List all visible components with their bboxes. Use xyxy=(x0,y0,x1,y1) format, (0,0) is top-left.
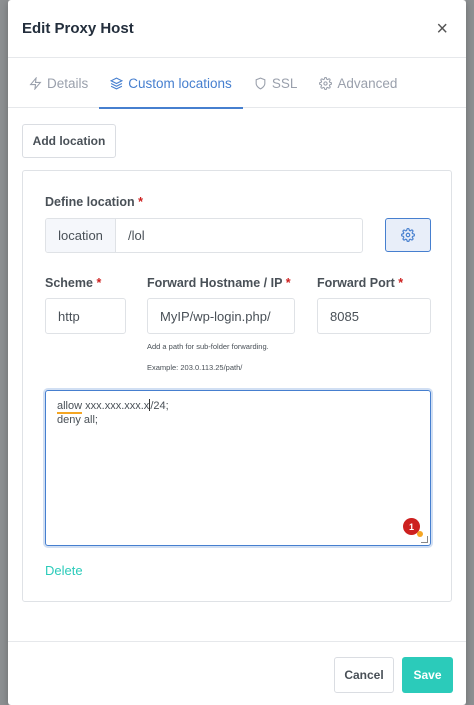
resize-handle[interactable] xyxy=(421,536,428,543)
location-input-group: location /lol xyxy=(45,218,363,253)
scheme-label-text: Scheme xyxy=(45,276,93,290)
add-location-button[interactable]: Add location xyxy=(22,124,116,158)
modal-footer: Cancel Save xyxy=(8,641,466,705)
delete-location-link[interactable]: Delete xyxy=(45,563,83,578)
config-line-2: deny all; xyxy=(57,414,98,426)
spellcheck-underline-word: allow xyxy=(57,400,83,414)
tab-details[interactable]: Details xyxy=(18,58,99,108)
tab-advanced[interactable]: Advanced xyxy=(308,58,408,108)
tab-ssl[interactable]: SSL xyxy=(243,58,309,108)
forward-hint-text: Add a path for sub-folder forwarding. xyxy=(147,342,269,351)
background-page-left xyxy=(0,0,8,705)
tab-bar: Details Custom locations SSL Advanced xyxy=(8,58,466,109)
cancel-button[interactable]: Cancel xyxy=(334,657,394,693)
required-mark: * xyxy=(138,195,143,209)
forward-port-label-text: Forward Port xyxy=(317,276,395,290)
close-button[interactable]: × xyxy=(436,19,452,39)
modal-header: Edit Proxy Host × xyxy=(8,0,466,58)
config-line-1: allow xxx.xxx.xxx.x/24; xyxy=(57,399,419,414)
forward-port-label: Forward Port * xyxy=(317,276,403,290)
tab-ssl-label: SSL xyxy=(271,75,298,91)
location-prefix: location xyxy=(46,219,116,252)
required-mark: * xyxy=(285,276,291,290)
scheme-input[interactable]: http xyxy=(45,298,126,334)
forward-port-input[interactable]: 8085 xyxy=(317,298,431,334)
layers-icon xyxy=(110,76,124,90)
advanced-config-textarea[interactable]: allow xxx.xxx.xxx.x/24; deny all; 1 xyxy=(45,390,431,546)
location-card: Define location * location /lol Scheme *… xyxy=(22,170,452,602)
scheme-label: Scheme * xyxy=(45,276,101,290)
forward-example-text: Example: 203.0.113.25/path/ xyxy=(147,363,243,372)
edit-proxy-host-modal: Edit Proxy Host × Details Custom locatio… xyxy=(8,0,466,705)
background-page-right xyxy=(466,0,474,705)
location-path-input[interactable]: /lol xyxy=(116,219,362,252)
tab-advanced-label: Advanced xyxy=(337,75,398,91)
config-line-1-address: xxx.xxx.xxx.x xyxy=(82,400,150,412)
config-line-1-mask: /24; xyxy=(150,400,169,412)
forward-hostname-input[interactable]: MyIP/wp-login.php/ xyxy=(147,298,295,334)
tab-custom-locations-label: Custom locations xyxy=(128,75,232,91)
gear-icon xyxy=(319,76,333,90)
required-mark: * xyxy=(398,276,404,290)
gear-icon xyxy=(401,228,415,242)
save-button[interactable]: Save xyxy=(402,657,453,693)
tab-custom-locations[interactable]: Custom locations xyxy=(99,58,243,109)
bolt-icon xyxy=(29,76,42,90)
location-settings-button[interactable] xyxy=(385,218,431,252)
modal-title: Edit Proxy Host xyxy=(22,20,134,37)
required-mark: * xyxy=(96,276,102,290)
shield-icon xyxy=(255,77,266,90)
define-location-label: Define location * xyxy=(45,195,143,209)
define-location-label-text: Define location xyxy=(45,195,135,209)
forward-hostname-label: Forward Hostname / IP * xyxy=(147,276,291,290)
tab-details-label: Details xyxy=(47,75,89,91)
forward-hostname-label-text: Forward Hostname / IP xyxy=(147,276,283,290)
